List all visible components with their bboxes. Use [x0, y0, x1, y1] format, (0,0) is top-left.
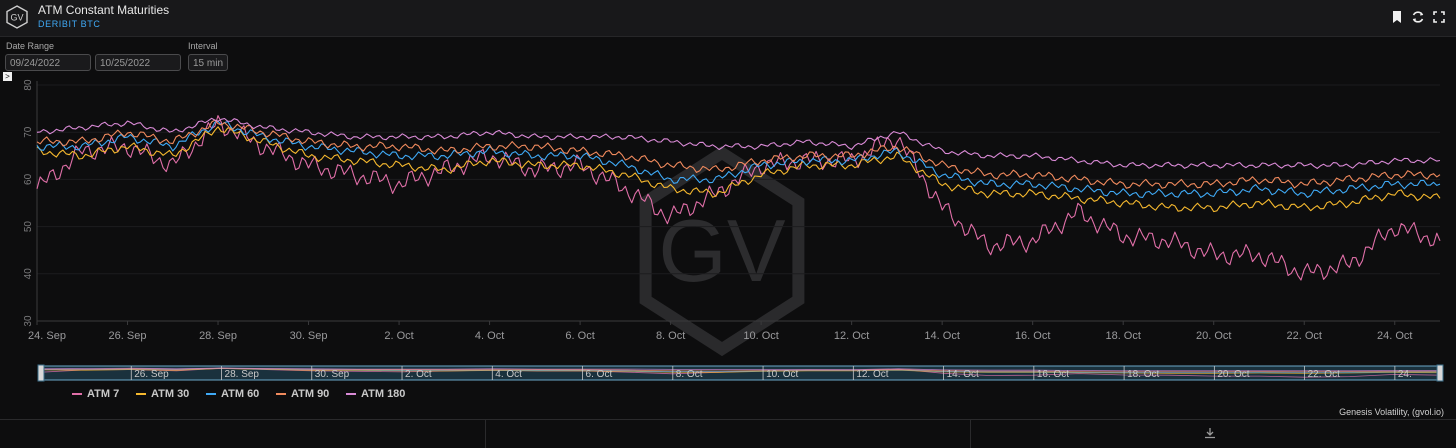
legend-swatch [206, 393, 216, 396]
x-tick-label: 30. Sep [290, 330, 328, 342]
legend-item-atm-60[interactable]: ATM 60 [206, 388, 259, 400]
navigator-tick-label: 4. Oct [495, 369, 522, 380]
y-tick-label: 60 [23, 173, 34, 185]
y-tick-label: 30 [23, 315, 34, 327]
y-tick-label: 50 [23, 221, 34, 233]
navigator-tick-label: 10. Oct [766, 369, 798, 380]
x-tick-label: 20. Oct [1196, 330, 1231, 342]
interval-select[interactable]: 15 min [188, 54, 228, 71]
end-date-input[interactable]: 10/25/2022 [95, 54, 181, 71]
legend-label: ATM 7 [87, 388, 120, 400]
navigator-tick-label: 24. [1398, 369, 1412, 380]
watermark-text: GV [658, 201, 785, 300]
chart-controls: Date Range 09/24/2022 10/25/2022 Interva… [0, 36, 1456, 76]
navigator-tick-label: 8. Oct [676, 369, 703, 380]
x-tick-label: 2. Oct [384, 330, 413, 342]
x-tick-label: 8. Oct [656, 330, 685, 342]
chart-header: GV ATM Constant Maturities DERIBIT BTC [0, 0, 1456, 37]
y-tick-label: 70 [23, 126, 34, 138]
legend-item-atm-7[interactable]: ATM 7 [72, 388, 119, 400]
navigator-tick-label: 30. Sep [315, 369, 350, 380]
navigator-tick-label: 28. Sep [225, 369, 260, 380]
legend-item-atm-90[interactable]: ATM 90 [276, 388, 329, 400]
navigator-tick-label: 16. Oct [1037, 369, 1069, 380]
legend-label: ATM 90 [291, 388, 330, 400]
legend-item-atm-180[interactable]: ATM 180 [346, 388, 405, 400]
x-tick-label: 18. Oct [1105, 330, 1140, 342]
legend-swatch [276, 393, 286, 396]
atm-iv-chart: GV 30 40 50 60 70 80 24. Sep 26. Sep 28. Sep 30.… [23, 79, 1444, 382]
y-axis: 30 40 50 60 70 80 [23, 79, 38, 327]
navigator-tick-label: 14. Oct [947, 369, 979, 380]
date-range-label: Date Range [6, 41, 55, 51]
interval-label: Interval [188, 41, 218, 51]
logo-text: GV [10, 13, 23, 23]
refresh-icon[interactable] [1411, 10, 1425, 24]
y-tick-label: 80 [23, 79, 34, 91]
series-line-atm-90 [36, 119, 1441, 189]
download-icon[interactable] [1204, 427, 1216, 439]
gv-logo-icon: GV [6, 5, 28, 29]
legend-swatch [346, 393, 356, 396]
legend-swatch [136, 393, 146, 396]
x-tick-label: 24. Oct [1377, 330, 1412, 342]
x-tick-label: 24. Sep [28, 330, 66, 342]
legend-label: ATM 60 [221, 388, 260, 400]
chart-subtitle: DERIBIT BTC [38, 19, 101, 29]
range-navigator[interactable]: 26. Sep 28. Sep 30. Sep 2. Oct 4. Oct 6. Oct 8… [37, 364, 1444, 382]
legend-swatch [72, 393, 82, 396]
y-tick-label: 40 [23, 268, 34, 280]
navigator-tick-label: 20. Oct [1217, 369, 1249, 380]
x-tick-label: 28. Sep [199, 330, 237, 342]
x-tick-label: 14. Oct [924, 330, 959, 342]
chart-title: ATM Constant Maturities [38, 3, 170, 17]
legend-item-atm-30[interactable]: ATM 30 [136, 388, 189, 400]
navigator-tick-label: 6. Oct [586, 369, 613, 380]
navigator-tick-label: 2. Oct [405, 369, 432, 380]
navigator-right-handle[interactable] [1436, 364, 1444, 382]
navigator-tick-label: 18. Oct [1127, 369, 1159, 380]
navigator-tick-label: 26. Sep [134, 369, 169, 380]
navigator-tick-label: 22. Oct [1308, 369, 1340, 380]
footer-divider [970, 420, 971, 448]
x-tick-label: 12. Oct [834, 330, 869, 342]
navigator-left-handle[interactable] [37, 364, 45, 382]
expand-icon[interactable] [1432, 10, 1446, 24]
chart-footer [0, 419, 1456, 448]
legend-label: ATM 180 [361, 388, 406, 400]
bookmark-icon[interactable] [1390, 10, 1404, 24]
start-date-input[interactable]: 09/24/2022 [5, 54, 91, 71]
footer-divider [485, 420, 486, 448]
x-tick-label: 10. Oct [743, 330, 778, 342]
x-tick-label: 22. Oct [1286, 330, 1321, 342]
x-tick-label: 4. Oct [475, 330, 504, 342]
navigator-tick-label: 12. Oct [856, 369, 888, 380]
x-tick-label: 26. Sep [109, 330, 147, 342]
source-credit: Genesis Volatility, (gvol.io) [1339, 407, 1444, 417]
gv-watermark: GV [639, 145, 805, 357]
legend-label: ATM 30 [151, 388, 190, 400]
x-tick-label: 16. Oct [1015, 330, 1050, 342]
x-tick-label: 6. Oct [565, 330, 594, 342]
